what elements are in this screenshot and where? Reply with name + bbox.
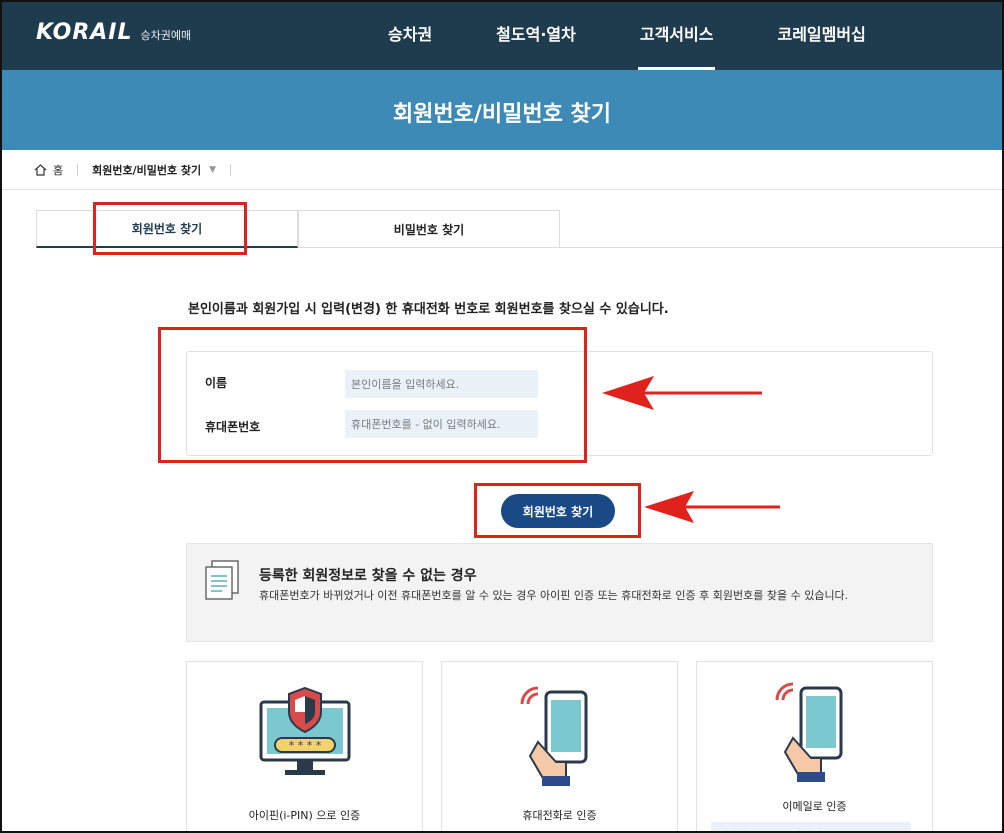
arrow-icon (644, 491, 780, 523)
screenshot-frame: KORAIL 승차권예매 승차권 철도역·열차 고객서비스 코레일멤버십 회원번… (0, 0, 1004, 833)
arrow-icon (602, 376, 762, 410)
annotation-arrows (602, 376, 780, 523)
